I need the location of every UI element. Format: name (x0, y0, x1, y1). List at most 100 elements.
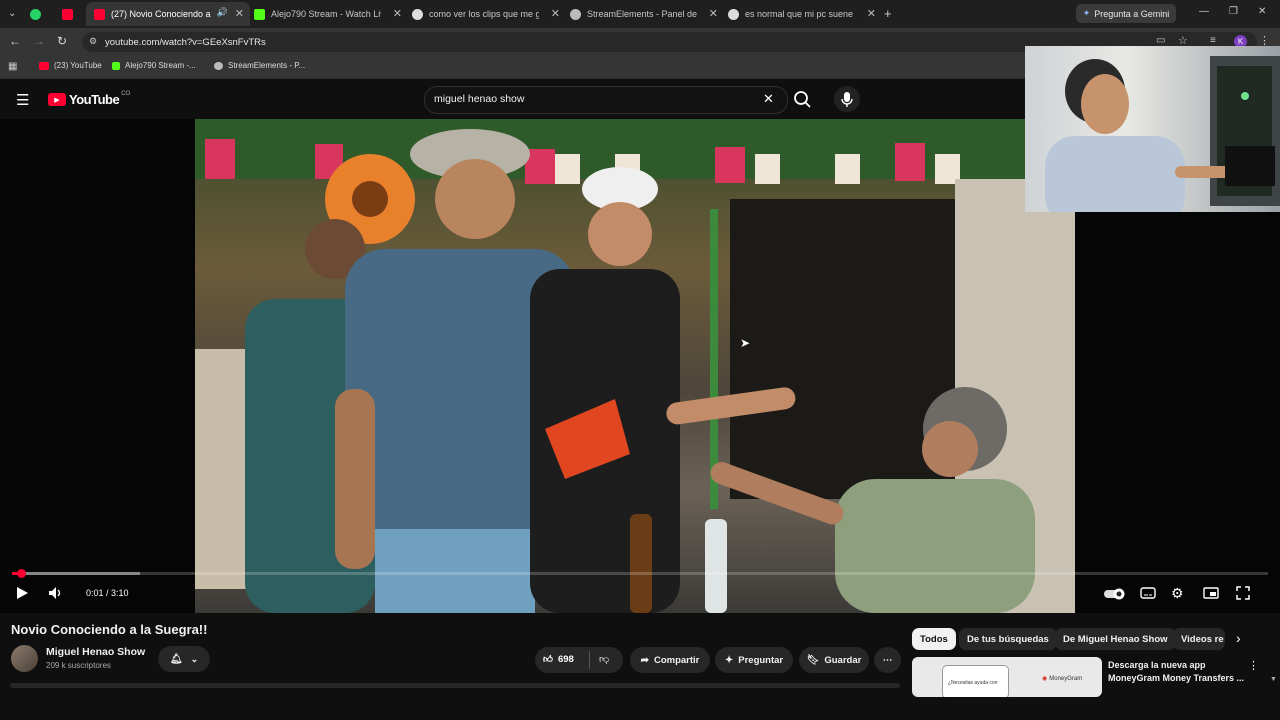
back-icon[interactable]: ← (9, 34, 21, 48)
search-input[interactable]: miguel henao show (434, 93, 524, 105)
youtube-favicon-icon (39, 61, 49, 70)
reading-list-icon[interactable]: ≡ (1210, 35, 1216, 46)
search-button[interactable] (786, 86, 822, 112)
thumbs-down-icon: 👎︎ (599, 654, 610, 665)
whatsapp-icon (30, 8, 41, 20)
url-text[interactable]: youtube.com/watch?v=GEeXsnFvTRs (105, 37, 266, 48)
chip-all[interactable]: Todos (912, 628, 956, 650)
volume-button[interactable] (48, 586, 64, 605)
share-arrow-icon: ➦ (640, 654, 649, 666)
gemini-button[interactable]: ✦ Pregunta a Gemini (1076, 4, 1176, 23)
mouse-cursor-icon: ➤ (740, 336, 751, 350)
fullscreen-button[interactable] (1236, 586, 1250, 605)
video-frame[interactable] (195, 119, 1075, 613)
streamelements-icon (570, 8, 581, 20)
bookmark-streamelements[interactable]: StreamElements - P... (214, 61, 305, 70)
description-box[interactable] (10, 683, 900, 688)
tab-google-clips[interactable]: como ver los clips que me grab ✕ (404, 2, 566, 26)
chip-from-channel[interactable]: De Miguel Henao Show (1055, 628, 1176, 650)
tab-google-pc[interactable]: es normal que mi pc suene - Bu ✕ (720, 2, 882, 26)
forward-icon[interactable]: → (33, 34, 45, 48)
streamelements-icon (214, 61, 223, 70)
channel-name[interactable]: Miguel Henao Show (46, 646, 145, 658)
bell-icon: 🔔︎ (169, 653, 183, 665)
minimize-icon[interactable]: — (1199, 6, 1209, 17)
apps-grid-icon[interactable]: ▦ (8, 61, 17, 72)
speaker-icon[interactable]: 🔊 (217, 7, 228, 18)
youtube-logo[interactable]: ▶ YouTube CO (48, 91, 130, 107)
ask-button[interactable]: ✦ Preguntar (715, 647, 793, 673)
bookmark-icon: 🔖︎ (806, 654, 820, 666)
tab-youtube-video[interactable]: (27) Novio Conociendo a la 🔊 ✕ (86, 2, 250, 26)
webcam-streamer-illustration (1045, 56, 1280, 212)
close-tab-icon[interactable]: ✕ (393, 7, 402, 20)
bookmark-youtube[interactable]: (23) YouTube (39, 61, 102, 70)
fullscreen-icon (1236, 586, 1250, 600)
ad-thumbnail-caption: ¿Necesitas ayuda con (948, 680, 998, 686)
progress-track[interactable] (12, 572, 1268, 575)
autoplay-toggle-icon (1104, 588, 1125, 600)
autoplay-toggle[interactable] (1104, 587, 1126, 605)
chevron-right-icon[interactable]: › (1236, 630, 1241, 646)
close-tab-icon[interactable]: ✕ (709, 7, 718, 20)
channel-avatar[interactable] (11, 645, 38, 672)
save-button[interactable]: 🔖︎ Guardar (799, 647, 869, 673)
clear-search-icon[interactable]: ✕ (763, 91, 774, 107)
buffered-bar (12, 572, 140, 575)
miniplayer-icon (1203, 587, 1219, 599)
google-icon (728, 8, 739, 20)
chip-from-searches[interactable]: De tus búsquedas (959, 628, 1057, 650)
moneygram-logo: ◉ MoneyGram (1042, 675, 1083, 683)
cast-icon[interactable]: ▭ (1156, 35, 1165, 46)
more-horizontal-icon: ⋯ (882, 654, 893, 666)
settings-gear-icon[interactable]: ⚙ (1171, 585, 1184, 602)
tab-search-chevron-icon[interactable]: ⌄ (8, 8, 16, 19)
microphone-icon (841, 92, 853, 107)
ad-thumbnail[interactable]: ¿Necesitas ayuda con ◉ MoneyGram (912, 657, 1102, 697)
thumbs-up-icon: 👍︎ (543, 654, 553, 665)
youtube-favicon-icon (62, 8, 73, 20)
subscription-bell-button[interactable]: 🔔︎ ⌄ (158, 646, 210, 672)
google-icon (412, 8, 423, 20)
voice-search-button[interactable] (834, 86, 860, 112)
miniplayer-button[interactable] (1203, 586, 1219, 605)
video-title: Novio Conociendo a la Suegra!! (11, 622, 208, 637)
window-close-icon[interactable]: ✕ (1258, 6, 1266, 17)
new-tab-icon[interactable]: + (884, 6, 892, 21)
volume-icon (49, 587, 61, 599)
share-button[interactable]: ➦ Compartir (630, 647, 710, 673)
sparkle-icon: ✦ (724, 654, 734, 666)
chevron-down-icon: ⌄ (190, 653, 199, 664)
tab-streamelements[interactable]: StreamElements - Panel de con ✕ (562, 2, 724, 26)
restore-icon[interactable]: ❐ (1229, 6, 1238, 17)
subscriber-count: 209 k suscriptores (46, 661, 111, 670)
moneygram-mark-icon: ◉ (1042, 676, 1048, 682)
close-tab-icon[interactable]: ✕ (235, 7, 244, 20)
like-button[interactable]: 👍︎ 698 (543, 653, 574, 666)
gemini-sparkle-icon: ✦ (1082, 8, 1091, 18)
ad-title[interactable]: Descarga la nueva app MoneyGram Money Tr… (1108, 659, 1244, 685)
reload-icon[interactable]: ↻ (57, 34, 67, 48)
youtube-favicon-icon (94, 8, 105, 20)
subtitles-icon (1140, 587, 1156, 599)
time-display: 0:01 / 3:10 (86, 588, 129, 598)
tab-pinned-whatsapp[interactable] (30, 2, 50, 26)
dislike-button[interactable]: 👎︎ (599, 653, 609, 665)
kick-icon (254, 8, 265, 20)
close-tab-icon[interactable]: ✕ (551, 7, 560, 20)
more-actions-button[interactable]: ⋯ (874, 647, 901, 673)
webcam-overlay (1025, 46, 1280, 212)
ad-more-icon[interactable]: ⋮ (1248, 659, 1259, 672)
hamburger-menu-icon[interactable]: ☰ (16, 91, 29, 109)
chip-related-videos[interactable]: Videos re (1173, 628, 1225, 650)
subtitles-button[interactable] (1140, 586, 1156, 605)
bookmark-kick[interactable]: Alejo790 Stream -... (112, 61, 196, 70)
tab-kick-stream[interactable]: Alejo790 Stream - Watch Live o ✕ (246, 2, 408, 26)
site-info-icon[interactable]: ⚙ (89, 36, 97, 47)
scrubber-handle[interactable] (17, 569, 26, 578)
close-tab-icon[interactable]: ✕ (867, 7, 876, 20)
scroll-down-arrow-icon[interactable]: ▼ (1270, 676, 1277, 683)
tab-pinned-youtube[interactable] (62, 2, 82, 26)
play-icon (17, 587, 28, 599)
play-button[interactable] (15, 586, 29, 605)
